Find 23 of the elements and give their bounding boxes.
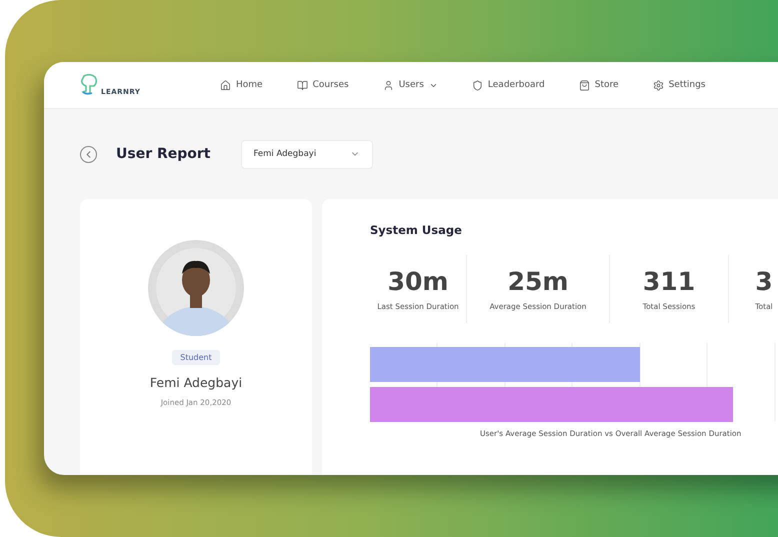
nav-link[interactable]: Settings: [652, 80, 706, 90]
logo-icon: [80, 74, 100, 96]
nav-icon: [382, 80, 394, 90]
stat-value: 3: [755, 267, 773, 296]
back-button[interactable]: [80, 146, 97, 162]
nav-icon: [296, 80, 308, 90]
nav-link[interactable]: Courses: [296, 80, 349, 90]
card-title: System Usage: [370, 223, 463, 237]
nav-icon: [578, 80, 590, 90]
stat-value: 25m: [508, 267, 568, 296]
stat-value: 311: [642, 267, 696, 296]
user-name: Femi Adegbayi: [150, 375, 242, 390]
nav-link[interactable]: Leaderboard: [472, 80, 545, 90]
nav-icon: [472, 80, 483, 90]
role-badge: Student: [172, 350, 220, 365]
page-title: User Report: [116, 146, 210, 162]
stat-value: 30m: [388, 267, 448, 296]
nav-icon: [652, 80, 664, 90]
nav-link[interactable]: Home: [220, 80, 263, 90]
nav-icon: [220, 80, 231, 90]
nav-link[interactable]: Store: [578, 80, 619, 90]
user-select[interactable]: Femi Adegbayi: [240, 140, 372, 168]
nav-link[interactable]: Users: [382, 80, 438, 90]
